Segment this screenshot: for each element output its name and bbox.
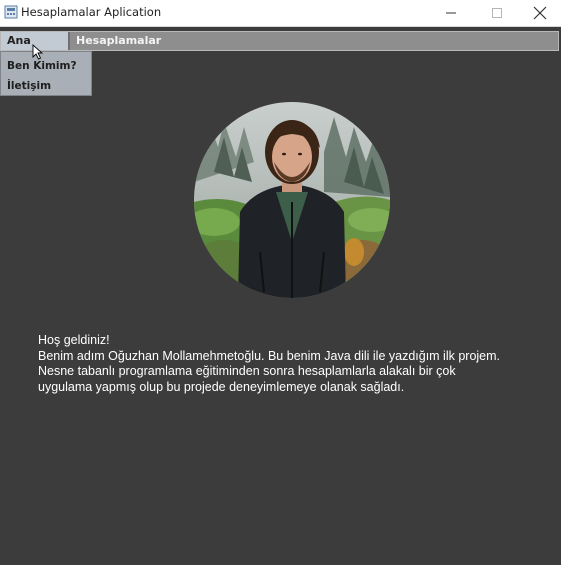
welcome-heading: Hoş geldiniz!: [38, 333, 110, 347]
welcome-text: Hoş geldiniz! Benim adım Oğuzhan Mollame…: [38, 333, 548, 395]
welcome-line: Nesne tabanlı programlama eğitiminden so…: [38, 364, 456, 378]
minimize-button[interactable]: [428, 0, 474, 26]
profile-photo: [194, 102, 390, 298]
menu-hesaplamalar[interactable]: Hesaplamalar: [70, 32, 167, 50]
minimize-icon: [446, 12, 456, 14]
menu-item-iletisim[interactable]: İletişim: [7, 80, 51, 92]
window-title: Hesaplamalar Aplication: [21, 5, 162, 19]
welcome-line: uygulama yapmış olup bu projede deneyiml…: [38, 379, 405, 394]
ana-sayfa-dropdown: Ben Kimim? İletişim: [0, 51, 92, 96]
title-bar: Hesaplamalar Aplication: [0, 0, 561, 27]
menu-item-ben-kimim[interactable]: Ben Kimim?: [7, 60, 77, 72]
close-button[interactable]: [517, 0, 561, 26]
menu-bar: Ana Sayfa Hesaplamalar: [0, 31, 559, 65]
mouse-cursor-icon: [32, 44, 44, 60]
app-icon: [4, 5, 18, 19]
close-icon: [533, 6, 547, 20]
welcome-line: Benim adım Oğuzhan Mollamehmetoğlu. Bu b…: [38, 348, 501, 363]
maximize-icon: [492, 8, 502, 18]
maximize-button[interactable]: [474, 0, 520, 26]
